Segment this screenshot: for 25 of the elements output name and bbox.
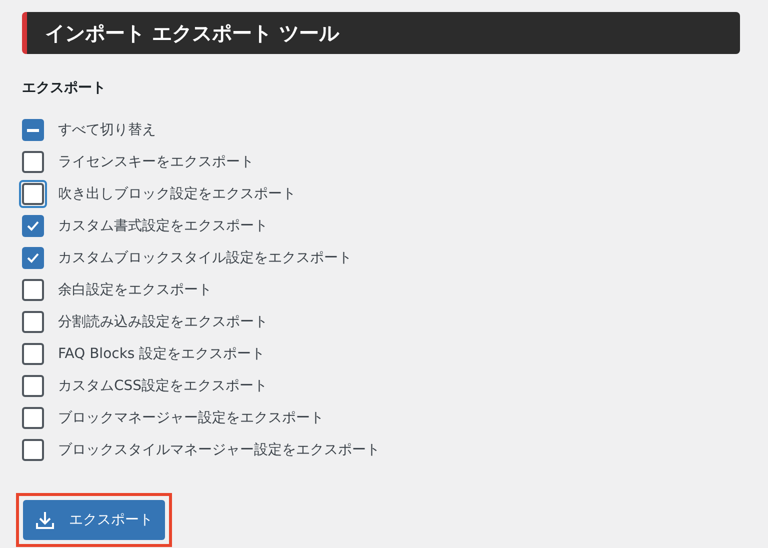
checkbox-label: カスタム書式設定をエクスポート bbox=[58, 216, 268, 236]
download-icon bbox=[35, 510, 55, 530]
checkbox[interactable] bbox=[22, 343, 44, 365]
checkbox-label: 吹き出しブロック設定をエクスポート bbox=[58, 184, 296, 204]
checkbox[interactable] bbox=[22, 439, 44, 461]
checkbox-label: ライセンスキーをエクスポート bbox=[58, 152, 254, 172]
checkbox-label: FAQ Blocks 設定をエクスポート bbox=[58, 344, 266, 364]
checkbox-label: 余白設定をエクスポート bbox=[58, 280, 212, 300]
checkbox[interactable] bbox=[22, 279, 44, 301]
page-title: インポート エクスポート ツール bbox=[45, 20, 339, 47]
checkbox[interactable] bbox=[22, 151, 44, 173]
checkbox[interactable] bbox=[22, 311, 44, 333]
checkbox-label: すべて切り替え bbox=[58, 120, 156, 140]
checkbox-label: カスタムブロックスタイル設定をエクスポート bbox=[58, 248, 352, 268]
checkbox-label: カスタムCSS設定をエクスポート bbox=[58, 376, 268, 396]
checkbox[interactable] bbox=[22, 407, 44, 429]
checkbox-label: 分割読み込み設定をエクスポート bbox=[58, 312, 268, 332]
checkbox[interactable] bbox=[22, 375, 44, 397]
checkbox-label: ブロックマネージャー設定をエクスポート bbox=[58, 408, 324, 428]
export-button[interactable]: エクスポート bbox=[23, 500, 165, 540]
checkbox[interactable] bbox=[22, 119, 44, 141]
checkbox[interactable] bbox=[22, 215, 44, 237]
checkbox[interactable] bbox=[22, 247, 44, 269]
checkbox-label: ブロックスタイルマネージャー設定をエクスポート bbox=[58, 440, 380, 460]
section-title: エクスポート bbox=[22, 79, 107, 98]
